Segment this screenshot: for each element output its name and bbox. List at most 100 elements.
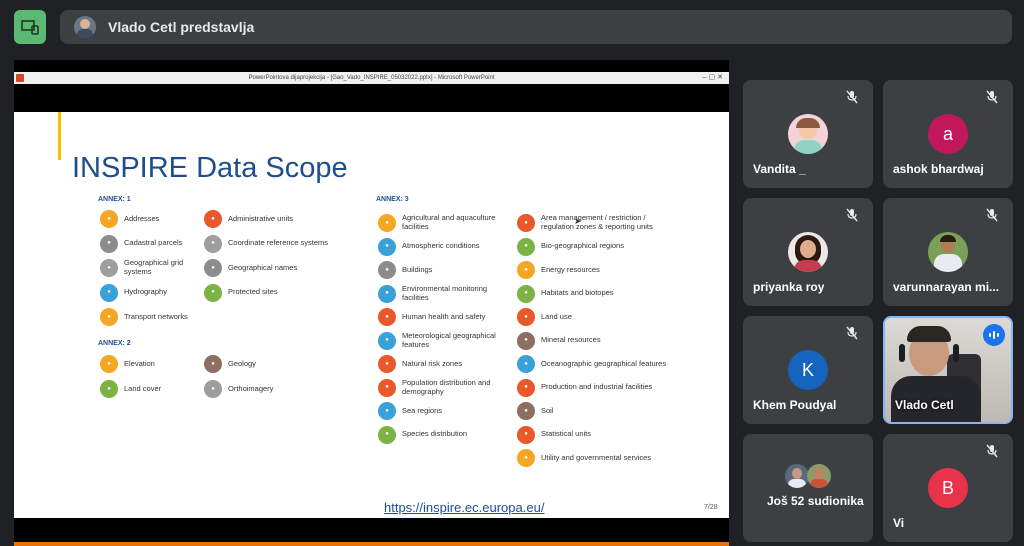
theme-item: ● Buildings <box>378 261 510 279</box>
theme-label: Addresses <box>124 213 160 223</box>
theme-label: Species distribution <box>402 429 468 439</box>
avatar: a <box>928 114 968 154</box>
theme-label: Utility and governmental services <box>541 452 652 462</box>
layout-button[interactable] <box>14 10 46 44</box>
theme-label: Orthoimagery <box>228 383 274 393</box>
theme-icon: ● <box>517 284 535 303</box>
theme-icon: ● <box>517 261 535 279</box>
theme-item: ● Energy resources <box>517 261 677 279</box>
theme-item: ● Utility and governmental services <box>517 449 677 467</box>
theme-label: Area management / restriction / regulati… <box>541 213 653 231</box>
participant-tile-varun[interactable]: varunnarayan mi... <box>883 198 1013 306</box>
powerpoint-titlebar: PowerPointova dijaprojekcija - [Gao_Vado… <box>14 72 729 84</box>
theme-icon: ● <box>100 308 118 326</box>
taskbar-strip <box>14 542 729 546</box>
participant-tile-khem[interactable]: K Khem Poudyal <box>743 316 873 424</box>
participant-tile-vandita[interactable]: Vandita _ <box>743 80 873 188</box>
avatar: K <box>788 350 828 390</box>
theme-item: ● Mineral resources <box>517 331 677 350</box>
theme-icon: ● <box>204 283 222 302</box>
theme-item: ● Species distribution <box>378 425 510 444</box>
avatar <box>928 232 968 272</box>
theme-label: Geology <box>228 358 256 368</box>
theme-icon: ● <box>100 283 118 302</box>
participant-tile-priyanka[interactable]: priyanka roy <box>743 198 873 306</box>
theme-label: Natural risk zones <box>402 358 463 368</box>
theme-icon: ● <box>378 331 396 350</box>
theme-item: ● Coordinate reference systems <box>204 234 354 253</box>
theme-icon: ● <box>100 380 118 398</box>
theme-icon: ● <box>517 237 535 256</box>
participant-name: Khem Poudyal <box>753 398 837 412</box>
mic-off-icon <box>985 444 999 458</box>
window-controls: – ▢ ✕ <box>702 74 723 81</box>
theme-item: ● Cadastral parcels <box>100 234 210 253</box>
theme-label: Habitats and biotopes <box>541 288 614 298</box>
theme-label: Cadastral parcels <box>124 238 183 248</box>
theme-label: Bio-geographical regions <box>541 241 624 251</box>
theme-icon: ● <box>378 214 396 232</box>
theme-item: ● Population distribution and demography <box>378 378 510 397</box>
theme-label: Statistical units <box>541 429 592 439</box>
theme-item: ● Statistical units <box>517 425 677 444</box>
mic-off-icon <box>845 90 859 104</box>
theme-item: ● Oceanographic geographical features <box>517 355 677 373</box>
theme-icon: ● <box>378 237 396 256</box>
theme-label: Elevation <box>124 358 155 368</box>
theme-item: ● Sea regions <box>378 402 510 420</box>
theme-icon: ● <box>204 210 222 228</box>
avatar <box>807 464 831 488</box>
participant-tile-self[interactable]: B Vi <box>883 434 1013 542</box>
theme-icon: ● <box>100 259 118 277</box>
inspire-link[interactable]: https://inspire.ec.europa.eu/ <box>384 500 544 515</box>
participant-name: priyanka roy <box>753 280 825 294</box>
theme-icon: ● <box>204 380 222 398</box>
theme-label: Agricultural and aquaculture facilities <box>402 213 496 231</box>
avatar <box>788 114 828 154</box>
participant-tile-ashok[interactable]: a ashok bhardwaj <box>883 80 1013 188</box>
theme-item: ● Atmospheric conditions <box>378 237 510 256</box>
theme-icon: ● <box>517 308 535 326</box>
theme-label: Atmospheric conditions <box>402 241 480 251</box>
participant-tile-others[interactable]: Još 52 sudionika <box>743 434 873 542</box>
theme-icon: ● <box>100 355 118 373</box>
theme-icon: ● <box>204 259 222 277</box>
powerpoint-icon <box>16 74 24 82</box>
theme-icon: ● <box>517 214 535 232</box>
theme-icon: ● <box>204 234 222 253</box>
participant-name: Vi <box>893 516 905 530</box>
theme-item: ● Habitats and biotopes <box>517 284 677 303</box>
theme-icon: ● <box>378 425 396 444</box>
theme-label: Geographical grid systems <box>124 258 184 276</box>
slide-title: INSPIRE Data Scope <box>72 152 348 184</box>
theme-icon: ● <box>378 355 396 373</box>
participant-tile-vlado[interactable]: Vlado Cetl <box>883 316 1013 424</box>
theme-item: ● Production and industrial facilities <box>517 378 677 397</box>
theme-label: Environmental monitoring facilities <box>402 283 488 302</box>
theme-icon: ● <box>517 425 535 444</box>
annex2-label: ANNEX: 2 <box>98 340 131 347</box>
theme-item: ● Land use <box>517 308 677 326</box>
theme-item: ● Addresses <box>100 210 210 228</box>
mic-off-icon <box>845 326 859 340</box>
participant-name: Vlado Cetl <box>895 398 954 412</box>
theme-item: ● Geographical grid systems <box>100 258 210 277</box>
annex1-label: ANNEX: 1 <box>98 196 131 203</box>
theme-label: Transport networks <box>124 311 188 321</box>
presenter-banner[interactable]: Vlado Cetl predstavlja <box>60 10 1012 44</box>
theme-label: Protected sites <box>228 287 278 297</box>
theme-label: Geographical names <box>228 262 298 272</box>
theme-icon: ● <box>378 402 396 420</box>
mic-off-icon <box>985 90 999 104</box>
theme-icon: ● <box>100 234 118 253</box>
theme-item: ● Geographical names <box>204 259 354 277</box>
theme-label: Meteorological geographical features <box>402 330 496 349</box>
theme-item: ● Hydrography <box>100 283 210 302</box>
theme-label: Sea regions <box>402 405 443 415</box>
window-title: PowerPointova dijaprojekcija - [Gao_Vado… <box>248 75 495 81</box>
theme-icon: ● <box>378 284 396 303</box>
theme-label: Administrative units <box>228 213 294 223</box>
theme-icon: ● <box>378 378 396 397</box>
avatar: B <box>928 468 968 508</box>
theme-item: ● Agricultural and aquaculture facilities <box>378 213 510 232</box>
